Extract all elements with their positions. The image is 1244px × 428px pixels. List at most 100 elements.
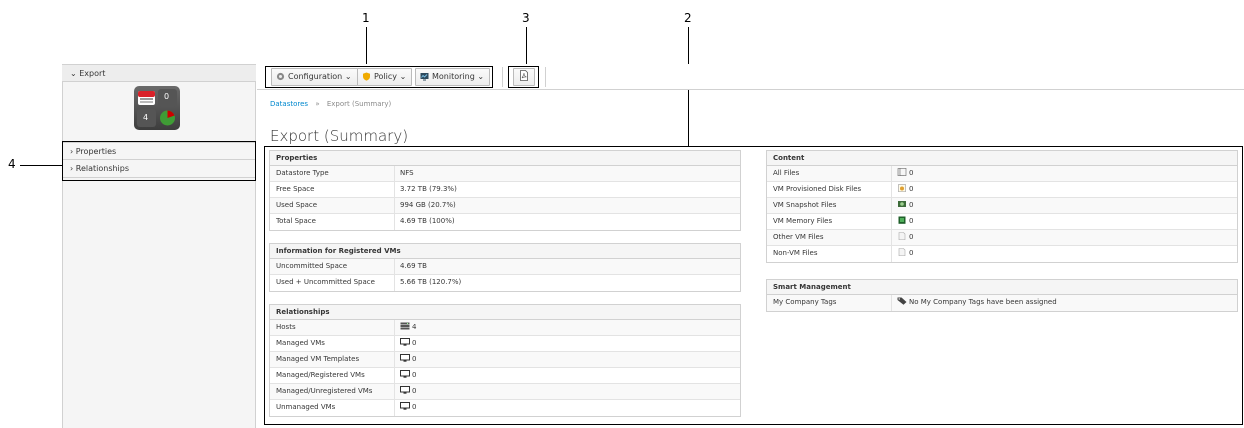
properties-table: Properties Datastore Type NFS Free Space 3.7… bbox=[269, 150, 741, 231]
row-value: 5.66 TB (120.7%) bbox=[400, 275, 461, 290]
memory-file-icon bbox=[897, 216, 909, 225]
column-divider bbox=[891, 246, 892, 262]
table-row: Used Space 994 GB (20.7%) bbox=[270, 198, 740, 214]
callout-3: 3 bbox=[522, 11, 530, 25]
column-divider bbox=[891, 198, 892, 213]
column-divider bbox=[394, 400, 395, 416]
table-row[interactable]: Managed VMs 0 bbox=[270, 336, 740, 352]
row-value-text: 0 bbox=[909, 217, 914, 225]
callout-1-leader bbox=[366, 27, 367, 67]
sidebar-header[interactable]: ⌄ Export bbox=[62, 64, 256, 82]
column-divider bbox=[394, 320, 395, 335]
table-row[interactable]: Other VM Files 0 bbox=[767, 230, 1237, 246]
callout-3-leader bbox=[526, 27, 527, 67]
row-value: 0 bbox=[400, 336, 416, 351]
table-header: Smart Management bbox=[767, 280, 1237, 295]
row-value-text: 4.69 TB bbox=[400, 262, 427, 270]
table-row: Free Space 3.72 TB (79.3%) bbox=[270, 182, 740, 198]
row-label: Used Space bbox=[276, 201, 318, 209]
file-icon bbox=[897, 232, 909, 241]
column-divider bbox=[891, 166, 892, 181]
column-divider bbox=[891, 214, 892, 229]
table-body: Hosts 4 Managed VMs 0 Managed VM Templates 0 M… bbox=[270, 320, 740, 416]
content-table: Content All Files 0 VM Provisioned Disk Fil… bbox=[766, 150, 1238, 263]
row-value: 0 bbox=[400, 352, 416, 367]
table-row[interactable]: Non-VM Files 0 bbox=[767, 246, 1237, 262]
row-value-text: 3.72 TB (79.3%) bbox=[400, 185, 457, 193]
row-value-text: 994 GB (20.7%) bbox=[400, 201, 456, 209]
monitor-icon bbox=[400, 370, 412, 379]
callout-1: 1 bbox=[362, 11, 370, 25]
row-label: Free Space bbox=[276, 185, 315, 193]
row-value: 0 bbox=[897, 230, 913, 245]
row-value: 0 bbox=[897, 214, 913, 229]
row-value-text: 0 bbox=[412, 339, 417, 347]
row-label: Hosts bbox=[276, 323, 296, 331]
column-divider bbox=[394, 182, 395, 197]
column-divider bbox=[891, 230, 892, 245]
column-divider bbox=[394, 198, 395, 213]
row-label: Non-VM Files bbox=[773, 249, 818, 257]
toolbar-divider bbox=[545, 67, 546, 87]
monitor-icon bbox=[400, 386, 412, 395]
datastore-quadicon: 0 4 bbox=[134, 86, 180, 130]
row-value-text: 4.69 TB (100%) bbox=[400, 217, 455, 225]
table-body: Datastore Type NFS Free Space 3.72 TB (79.3… bbox=[270, 166, 740, 230]
row-value: 0 bbox=[897, 198, 913, 213]
row-label: Managed VM Templates bbox=[276, 355, 360, 363]
relationships-table: Relationships Hosts 4 Managed VMs 0 Managed V… bbox=[269, 304, 741, 417]
column-divider bbox=[394, 368, 395, 383]
row-label: Total Space bbox=[276, 217, 316, 225]
tag-icon bbox=[897, 297, 909, 306]
callout-4-leader bbox=[20, 165, 62, 166]
row-value-text: NFS bbox=[400, 169, 414, 177]
snapshot-file-icon bbox=[897, 201, 909, 209]
row-value: 0 bbox=[897, 166, 913, 181]
row-label: Used + Uncommitted Space bbox=[276, 278, 375, 286]
row-label: All Files bbox=[773, 169, 800, 177]
table-row[interactable]: Managed/Registered VMs 0 bbox=[270, 368, 740, 384]
table-row[interactable]: VM Memory Files 0 bbox=[767, 214, 1237, 230]
row-value-text: 0 bbox=[909, 201, 914, 209]
table-row: Used + Uncommitted Space 5.66 TB (120.7%) bbox=[270, 275, 740, 291]
row-value: No My Company Tags have been assigned bbox=[897, 295, 1057, 310]
table-row[interactable]: VM Snapshot Files 0 bbox=[767, 198, 1237, 214]
row-label: Other VM Files bbox=[773, 233, 824, 241]
table-row[interactable]: Hosts 4 bbox=[270, 320, 740, 336]
breadcrumb-separator: » bbox=[315, 100, 320, 108]
callout-4: 4 bbox=[8, 157, 16, 171]
registered-vms-table: Information for Registered VMs Uncommitte… bbox=[269, 243, 741, 292]
callout-2: 2 bbox=[684, 11, 692, 25]
row-label: Managed/Registered VMs bbox=[276, 371, 365, 379]
column-divider bbox=[394, 259, 395, 274]
row-label: Managed VMs bbox=[276, 339, 325, 347]
row-label: Uncommitted Space bbox=[276, 262, 348, 270]
page-title: Export (Summary) bbox=[270, 127, 409, 145]
breadcrumb-datastores-link[interactable]: Datastores bbox=[270, 100, 308, 108]
column-divider bbox=[394, 275, 395, 291]
column-divider bbox=[394, 384, 395, 399]
table-row[interactable]: Managed/Unregistered VMs 0 bbox=[270, 384, 740, 400]
column-divider bbox=[394, 214, 395, 230]
sidebar-header-label: Export bbox=[79, 69, 106, 78]
table-row[interactable]: Managed VM Templates 0 bbox=[270, 352, 740, 368]
row-value-text: 0 bbox=[909, 169, 914, 177]
column-divider bbox=[394, 336, 395, 351]
row-value: 3.72 TB (79.3%) bbox=[400, 182, 457, 197]
table-row[interactable]: Unmanaged VMs 0 bbox=[270, 400, 740, 416]
column-divider bbox=[394, 166, 395, 181]
row-value: 4.69 TB bbox=[400, 259, 427, 274]
table-row[interactable]: My Company Tags No My Company Tags have b… bbox=[767, 295, 1237, 311]
row-value-text: 0 bbox=[909, 249, 914, 257]
row-value-text: 0 bbox=[412, 355, 417, 363]
row-value-text: 0 bbox=[909, 233, 914, 241]
quad-bottom-left-count: 4 bbox=[143, 113, 149, 122]
table-row[interactable]: VM Provisioned Disk Files 0 bbox=[767, 182, 1237, 198]
table-row: Total Space 4.69 TB (100%) bbox=[270, 214, 740, 230]
row-value: 0 bbox=[897, 182, 913, 197]
row-label: Unmanaged VMs bbox=[276, 403, 336, 411]
table-body: Uncommitted Space 4.69 TB Used + Uncommitt… bbox=[270, 259, 740, 291]
column-divider bbox=[891, 182, 892, 197]
row-value: 0 bbox=[897, 246, 913, 261]
table-row[interactable]: All Files 0 bbox=[767, 166, 1237, 182]
